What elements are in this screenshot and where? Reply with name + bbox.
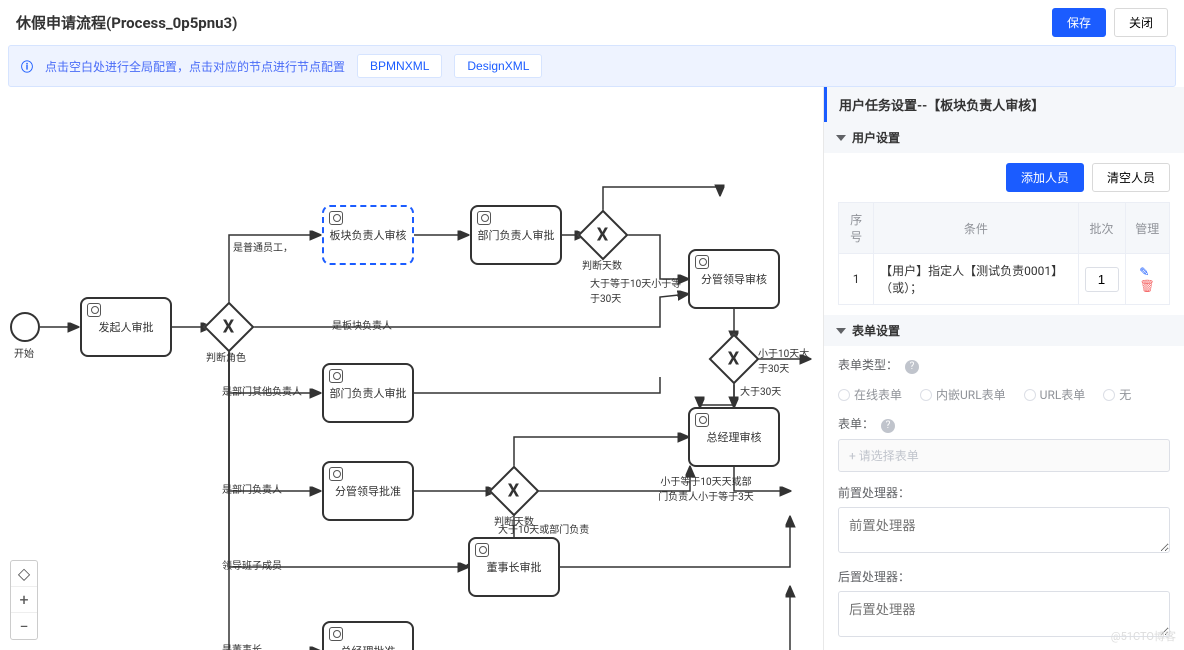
form-type-radio-group: 在线表单 内嵌URL表单 URL表单 无 bbox=[838, 386, 1170, 403]
pre-handler-input[interactable] bbox=[838, 507, 1170, 553]
add-user-button[interactable]: 添加人员 bbox=[1006, 163, 1084, 192]
task-dept-leader-approval[interactable]: 部门负责人审批 bbox=[470, 205, 562, 265]
flow-label: 小于等于10天天或部门负责人小于等于3天 bbox=[656, 473, 756, 503]
th-manage: 管理 bbox=[1125, 203, 1170, 254]
flow-label: 大于30天 bbox=[740, 383, 781, 398]
task-vp-review[interactable]: 分管领导审核 bbox=[688, 249, 780, 309]
task-vp-approve[interactable]: 分管领导批准 bbox=[322, 461, 414, 521]
gateway-days-2[interactable]: X bbox=[489, 466, 540, 517]
save-button[interactable]: 保存 bbox=[1052, 8, 1106, 37]
edit-icon[interactable]: ✎ bbox=[1139, 265, 1149, 279]
task-chairman-approval[interactable]: 董事长审批 bbox=[468, 537, 560, 597]
watermark: @51CTO博客 bbox=[1111, 628, 1176, 644]
flow-label: 领导班子成员 bbox=[222, 557, 282, 572]
close-button[interactable]: 关闭 bbox=[1114, 8, 1168, 37]
gateway-role-label: 判断角色 bbox=[206, 349, 246, 364]
user-table: 序号 条件 批次 管理 1 【用户】指定人【测试负责0001】（或）； ✎ 🗑 bbox=[838, 202, 1170, 305]
start-label: 开始 bbox=[14, 345, 34, 360]
form-type-label: 表单类型： bbox=[838, 358, 898, 372]
pre-handler-label: 前置处理器： bbox=[838, 484, 1170, 501]
radio-none[interactable]: 无 bbox=[1103, 386, 1131, 403]
flow-label: 是部门其他负责人 bbox=[222, 383, 302, 398]
start-event[interactable] bbox=[10, 312, 40, 342]
th-index: 序号 bbox=[839, 203, 874, 254]
post-handler-label: 后置处理器： bbox=[838, 568, 1170, 585]
help-icon[interactable]: ? bbox=[881, 419, 895, 433]
bpmn-canvas[interactable]: 开始 发起人审批 X 判断角色 是普通员工， 是板块负责人 是部门其他负责人 是… bbox=[0, 87, 824, 650]
flow-label: 是董事长 bbox=[222, 641, 262, 650]
designxml-button[interactable]: DesignXML bbox=[454, 54, 542, 78]
flow-label: 大于等于10天小于等于30天 bbox=[590, 275, 682, 305]
zoom-in-button[interactable]: + bbox=[11, 587, 37, 613]
help-icon[interactable]: ? bbox=[905, 360, 919, 374]
flow-label: 小于10天大于30天 bbox=[758, 345, 816, 375]
batch-input[interactable] bbox=[1085, 267, 1119, 292]
flow-label: 是普通员工， bbox=[233, 239, 293, 254]
gateway-days-label: 判断天数 bbox=[582, 257, 622, 272]
gateway-days[interactable]: X bbox=[578, 210, 629, 261]
chevron-down-icon bbox=[836, 135, 846, 141]
task-initiator-approval[interactable]: 发起人审批 bbox=[80, 297, 172, 357]
bpmnxml-button[interactable]: BPMNXML bbox=[357, 54, 442, 78]
task-gm-approve[interactable]: 总经理批准 bbox=[322, 621, 414, 650]
side-panel: 用户任务设置--【板块负责人审核】 用户设置 添加人员 清空人员 序号 条件 批… bbox=[824, 87, 1184, 650]
gateway-role[interactable]: X bbox=[204, 302, 255, 353]
zoom-fit-button[interactable]: ◇ bbox=[11, 561, 37, 587]
page-title: 休假申请流程(Process_0p5pnu3) bbox=[16, 12, 237, 33]
table-row: 1 【用户】指定人【测试负责0001】（或）； ✎ 🗑 bbox=[839, 254, 1170, 305]
th-batch: 批次 bbox=[1078, 203, 1125, 254]
radio-online-form[interactable]: 在线表单 bbox=[838, 386, 902, 403]
task-gm-review[interactable]: 总经理审核 bbox=[688, 407, 780, 467]
panel-title: 用户任务设置--【板块负责人审核】 bbox=[824, 87, 1184, 122]
delete-icon[interactable]: 🗑 bbox=[1140, 279, 1155, 293]
th-condition: 条件 bbox=[874, 203, 1078, 254]
info-text: 点击空白处进行全局配置，点击对应的节点进行节点配置 bbox=[45, 58, 345, 75]
zoom-out-button[interactable]: − bbox=[11, 613, 37, 639]
gateway-3[interactable]: X bbox=[709, 334, 760, 385]
flow-label: 是板块负责人 bbox=[332, 317, 392, 332]
clear-users-button[interactable]: 清空人员 bbox=[1092, 163, 1170, 192]
zoom-controls: ◇ + − bbox=[10, 560, 38, 640]
radio-url[interactable]: URL表单 bbox=[1024, 386, 1086, 403]
info-icon: ⓘ bbox=[21, 58, 33, 75]
form-select[interactable]: + 请选择表单 bbox=[838, 439, 1170, 472]
cell-index: 1 bbox=[839, 254, 874, 305]
section-user-settings[interactable]: 用户设置 bbox=[824, 122, 1184, 153]
cell-condition: 【用户】指定人【测试负责0001】（或）； bbox=[874, 254, 1078, 305]
task-block-leader-review[interactable]: 板块负责人审核 bbox=[322, 205, 414, 265]
task-dept-leader-approval-2[interactable]: 部门负责人审批 bbox=[322, 363, 414, 423]
chevron-down-icon bbox=[836, 328, 846, 334]
form-label: 表单： bbox=[838, 417, 874, 431]
radio-embed-url[interactable]: 内嵌URL表单 bbox=[920, 386, 1006, 403]
section-form-settings[interactable]: 表单设置 bbox=[824, 315, 1184, 346]
flow-label: 是部门负责人 bbox=[222, 481, 282, 496]
